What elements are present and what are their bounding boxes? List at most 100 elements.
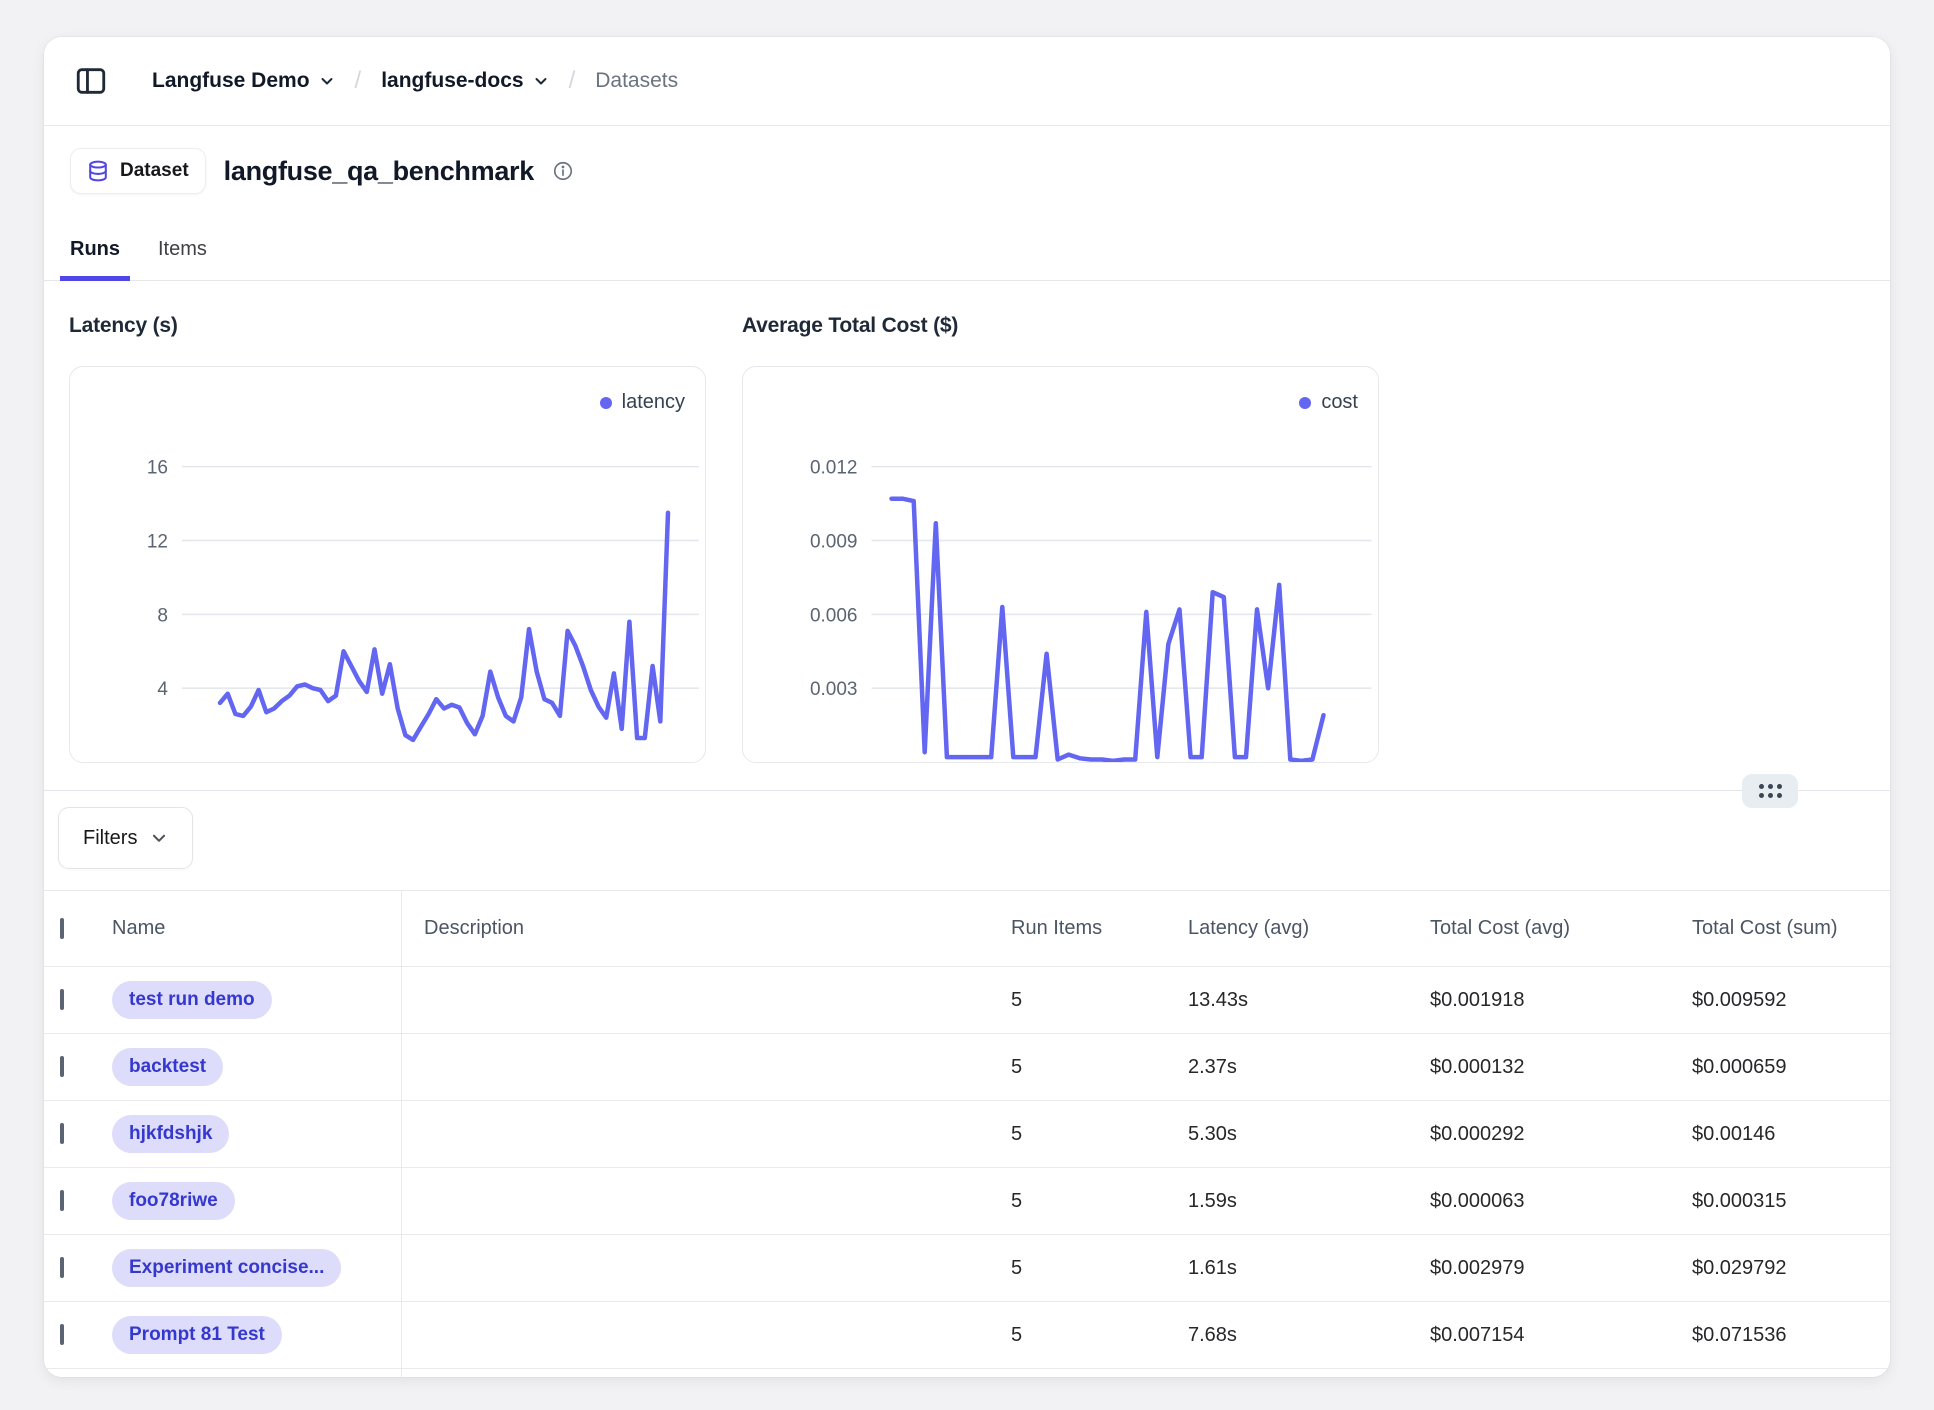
dataset-header: Dataset langfuse_qa_benchmark [70,148,1890,194]
breadcrumb-repo[interactable]: langfuse-docs [381,69,548,93]
svg-text:0.012: 0.012 [810,458,858,479]
latency-avg-cell: 1.61s [1188,1257,1430,1280]
latency-avg-cell: 7.68s [1188,1324,1430,1347]
total-cost-avg-cell: $0.001918 [1430,989,1692,1012]
charts-section: Latency (s) 16 12 8 4 latency Average Total… [69,311,1890,763]
column-header-run-items[interactable]: Run Items [1011,917,1188,940]
cost-legend: cost [1299,391,1358,414]
run-name-badge[interactable]: Prompt 81 Test [112,1316,282,1354]
svg-text:8: 8 [157,605,168,626]
section-divider [44,790,1890,791]
select-all-checkbox[interactable] [60,918,64,939]
legend-dot-icon [600,397,612,409]
svg-text:0.006: 0.006 [810,605,858,626]
row-checkbox[interactable] [60,1324,64,1345]
description-cell [401,1235,1011,1301]
description-cell [401,1034,1011,1100]
total-cost-avg-cell: $0.007154 [1430,1324,1692,1347]
run-name-badge[interactable]: hjkfdshjk [112,1115,229,1153]
total-cost-sum-cell: $0.000315 [1692,1190,1890,1213]
legend-label: cost [1321,391,1358,414]
description-cell [401,1101,1011,1167]
chevron-down-icon [533,73,549,89]
cost-chart-block: Average Total Cost ($) 0.0120.0090.0060.… [742,311,1379,763]
page-title: langfuse_qa_benchmark [224,156,534,187]
latency-chart-title: Latency (s) [69,311,706,341]
column-header-total-cost-avg[interactable]: Total Cost (avg) [1430,917,1692,940]
breadcrumb-project-label: Langfuse Demo [152,69,310,93]
description-cell [401,1369,1011,1377]
table-row: foo78riwe 5 1.59s $0.000063 $0.000315 [44,1168,1890,1235]
column-header-description[interactable]: Description [401,891,1011,966]
description-cell [401,1302,1011,1368]
grip-dots-icon [1759,784,1782,798]
breadcrumb-repo-label: langfuse-docs [381,69,523,93]
row-checkbox[interactable] [60,1257,64,1278]
runs-table: Name Description Run Items Latency (avg)… [44,890,1890,1377]
total-cost-avg-cell: $0.000132 [1430,1056,1692,1079]
filters-button[interactable]: Filters [58,807,193,869]
row-checkbox[interactable] [60,1123,64,1144]
cost-chart-title: Average Total Cost ($) [742,311,1379,341]
breadcrumb-project[interactable]: Langfuse Demo [152,69,335,93]
latency-chart-block: Latency (s) 16 12 8 4 latency [69,311,706,763]
table-row: test run demo 5 13.43s $0.001918 $0.0095… [44,967,1890,1034]
latency-chart-card: 16 12 8 4 latency [69,366,706,763]
legend-dot-icon [1299,397,1311,409]
tab-runs[interactable]: Runs [60,236,130,281]
run-items-cell: 5 [1011,1324,1188,1347]
sidebar-toggle-button[interactable] [72,62,110,100]
row-checkbox[interactable] [60,1190,64,1211]
total-cost-avg-cell: $0.002979 [1430,1257,1692,1280]
table-header-row: Name Description Run Items Latency (avg)… [44,890,1890,967]
legend-label: latency [622,391,685,414]
latency-avg-cell: 5.30s [1188,1123,1430,1146]
dataset-badge: Dataset [70,148,206,194]
latency-avg-cell: 1.59s [1188,1190,1430,1213]
column-header-name[interactable]: Name [104,917,401,940]
top-bar: Langfuse Demo / langfuse-docs / Datasets [44,37,1890,126]
total-cost-sum-cell: $0.029792 [1692,1257,1890,1280]
table-row: Experiment concise... 5 1.61s $0.002979 … [44,1235,1890,1302]
total-cost-sum-cell: $0.00146 [1692,1123,1890,1146]
table-row: hjkfdshjk 5 5.30s $0.000292 $0.00146 [44,1101,1890,1168]
column-header-total-cost-sum[interactable]: Total Cost (sum) [1692,917,1890,940]
latency-legend: latency [600,391,685,414]
tab-items[interactable]: Items [148,236,217,280]
panel-left-icon [74,64,108,98]
latency-avg-cell: 2.37s [1188,1056,1430,1079]
breadcrumb-separator: / [355,67,362,95]
run-name-badge[interactable]: foo78riwe [112,1182,235,1220]
svg-text:16: 16 [147,458,168,479]
breadcrumb: Langfuse Demo / langfuse-docs / Datasets [152,67,678,95]
latency-chart: 16 12 8 4 [70,367,705,762]
column-header-latency-avg[interactable]: Latency (avg) [1188,917,1430,940]
breadcrumb-datasets[interactable]: Datasets [595,69,678,93]
svg-text:0.003: 0.003 [810,679,858,700]
latency-avg-cell: 13.43s [1188,989,1430,1012]
table-row: backtest 5 2.37s $0.000132 $0.000659 [44,1034,1890,1101]
info-icon[interactable] [552,160,574,182]
table-row-partial [44,1369,1890,1377]
filters-row: Filters [58,807,1890,869]
svg-text:4: 4 [157,679,168,700]
tab-bar: Runs Items [44,228,1890,281]
run-name-badge[interactable]: test run demo [112,981,272,1019]
chevron-down-icon [319,73,335,89]
breadcrumb-separator: / [569,67,576,95]
row-checkbox[interactable] [60,1056,64,1077]
filters-button-label: Filters [83,827,137,850]
description-cell [401,967,1011,1033]
run-items-cell: 5 [1011,1190,1188,1213]
run-items-cell: 5 [1011,989,1188,1012]
run-items-cell: 5 [1011,1056,1188,1079]
total-cost-avg-cell: $0.000063 [1430,1190,1692,1213]
database-icon [87,159,109,183]
resize-handle[interactable] [1742,774,1798,808]
svg-text:12: 12 [147,532,168,553]
run-name-badge[interactable]: backtest [112,1048,223,1086]
row-checkbox[interactable] [60,989,64,1010]
cost-chart-card: 0.0120.0090.0060.003 cost [742,366,1379,763]
total-cost-avg-cell: $0.000292 [1430,1123,1692,1146]
run-name-badge[interactable]: Experiment concise... [112,1249,341,1287]
